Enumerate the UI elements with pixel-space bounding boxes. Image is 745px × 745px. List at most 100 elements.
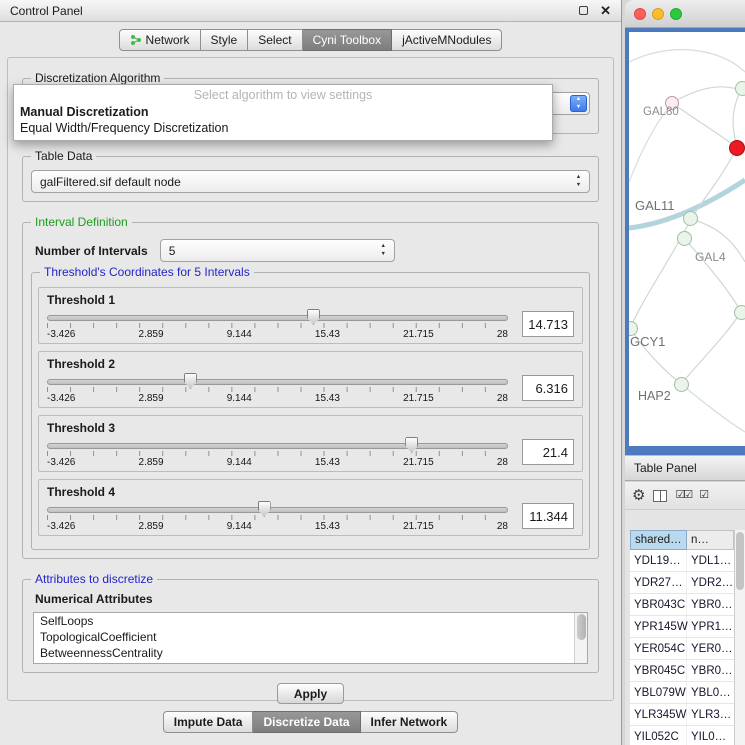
scale-label: 21.715 bbox=[403, 457, 434, 468]
tab-impute-data[interactable]: Impute Data bbox=[163, 711, 254, 733]
threshold-4-panel: Threshold 4 -3.426 2.859 9.144 15.43 bbox=[38, 479, 583, 536]
column-header-shared-name[interactable]: shared… bbox=[630, 530, 687, 550]
threshold-1-value-field[interactable]: 14.713 bbox=[522, 311, 574, 337]
close-icon[interactable]: ✕ bbox=[600, 4, 611, 17]
table-row[interactable]: YBR045C YBR0… bbox=[630, 660, 734, 682]
list-scrollbar-thumb[interactable] bbox=[577, 614, 586, 640]
tab-jactivemnodules[interactable]: jActiveMNodules bbox=[392, 29, 502, 51]
scale-label: 28 bbox=[497, 457, 508, 468]
table-panel-titlebar: Table Panel bbox=[625, 455, 745, 481]
threshold-2-slider[interactable]: -3.426 2.859 9.144 15.43 21.715 28 bbox=[47, 372, 508, 404]
table-row[interactable]: YIL052C YIL0… bbox=[630, 726, 734, 745]
gear-icon[interactable]: ⚙ bbox=[632, 488, 645, 503]
scale-label: 15.43 bbox=[315, 393, 340, 404]
scale-label: 9.144 bbox=[227, 457, 252, 468]
threshold-2-label: Threshold 2 bbox=[47, 357, 574, 371]
tab-style[interactable]: Style bbox=[201, 29, 249, 51]
minimize-traffic-light[interactable] bbox=[652, 8, 664, 20]
table-row[interactable]: YDL19… YDL1… bbox=[630, 550, 734, 572]
list-item[interactable]: SelfLoops bbox=[34, 613, 587, 629]
thresholds-group: Threshold's Coordinates for 5 Intervals … bbox=[31, 272, 590, 550]
slider-ticks bbox=[47, 515, 508, 520]
tab-select[interactable]: Select bbox=[248, 29, 302, 51]
table-data-selected: galFiltered.sif default node bbox=[40, 175, 181, 189]
list-item[interactable]: TopologicalCoefficient bbox=[34, 629, 587, 645]
dropdown-option-manual-discretization[interactable]: Manual Discretization bbox=[14, 104, 552, 120]
table-data-group: Table Data galFiltered.sif default node … bbox=[22, 156, 599, 202]
cell-shared-name: YLR345W bbox=[630, 704, 687, 725]
table-toolbar: ⚙ ☑☑ ☑ bbox=[625, 482, 745, 510]
list-item[interactable]: BetweennessCentrality bbox=[34, 645, 587, 661]
slider-track[interactable] bbox=[47, 315, 508, 321]
scale-label: 2.859 bbox=[139, 393, 164, 404]
cell-shared-name: YDR27… bbox=[630, 572, 687, 593]
slider-scale: -3.426 2.859 9.144 15.43 21.715 28 bbox=[47, 521, 508, 532]
combo-arrows-icon[interactable]: ▲▼ bbox=[570, 173, 587, 190]
table-scrollbar[interactable] bbox=[734, 530, 745, 745]
tab-infer-network[interactable]: Infer Network bbox=[361, 711, 459, 733]
zoom-traffic-light[interactable] bbox=[670, 8, 682, 20]
threshold-4-slider[interactable]: -3.426 2.859 9.144 15.43 21.715 28 bbox=[47, 500, 508, 532]
threshold-4-label: Threshold 4 bbox=[47, 485, 574, 499]
threshold-2-value-field[interactable]: 6.316 bbox=[522, 375, 574, 401]
node-table: shared… n… YDL19… YDL1… YDR27… YDR2… YBR… bbox=[630, 530, 734, 745]
scale-label: 9.144 bbox=[227, 393, 252, 404]
cell-name: YIL0… bbox=[687, 726, 734, 745]
columns-icon[interactable] bbox=[653, 490, 667, 502]
network-canvas[interactable]: GAL80 GAL11 GAL4 GCY1 HAP2 bbox=[629, 32, 745, 446]
slider-track[interactable] bbox=[47, 379, 508, 385]
tab-cyni-toolbox[interactable]: Cyni Toolbox bbox=[303, 29, 392, 51]
threshold-1-slider[interactable]: -3.426 2.859 9.144 15.43 21.715 28 bbox=[47, 308, 508, 340]
list-scrollbar[interactable] bbox=[574, 613, 587, 663]
node-label-hap2: HAP2 bbox=[638, 389, 671, 403]
table-row[interactable]: YBL079W YBL0… bbox=[630, 682, 734, 704]
cell-name: YBL0… bbox=[687, 682, 734, 703]
cell-name: YLR3… bbox=[687, 704, 734, 725]
combo-arrows-icon[interactable]: ▲▼ bbox=[570, 95, 587, 112]
interval-definition-group: Interval Definition Number of Intervals … bbox=[22, 222, 599, 559]
network-window-titlebar bbox=[625, 0, 745, 28]
slider-track[interactable] bbox=[47, 443, 508, 449]
node-label-gcy1: GCY1 bbox=[630, 334, 665, 349]
threshold-3-panel: Threshold 3 -3.426 2.859 9.144 15.43 bbox=[38, 415, 583, 472]
tab-select-label: Select bbox=[258, 33, 291, 47]
table-row[interactable]: YER054C YER0… bbox=[630, 638, 734, 660]
table-row[interactable]: YBR043C YBR0… bbox=[630, 594, 734, 616]
table-data-combobox[interactable]: galFiltered.sif default node ▲▼ bbox=[31, 170, 590, 193]
number-of-intervals-combobox[interactable]: 5 ▲▼ bbox=[160, 239, 395, 262]
table-header-row: shared… n… bbox=[630, 530, 734, 550]
cell-name: YER0… bbox=[687, 638, 734, 659]
slider-track[interactable] bbox=[47, 507, 508, 513]
float-window-icon[interactable] bbox=[579, 6, 588, 15]
node-hap2[interactable] bbox=[674, 377, 689, 392]
node-unnamed-top-right[interactable] bbox=[735, 81, 745, 96]
control-panel: Control Panel ✕ Network Style Select bbox=[0, 0, 622, 745]
node-unnamed-right[interactable] bbox=[734, 305, 745, 320]
node-gal11[interactable] bbox=[683, 211, 698, 226]
threshold-4-value-field[interactable]: 11.344 bbox=[522, 503, 574, 529]
threshold-3-slider[interactable]: -3.426 2.859 9.144 15.43 21.715 28 bbox=[47, 436, 508, 468]
node-gal4[interactable] bbox=[677, 231, 692, 246]
node-label-gal11: GAL11 bbox=[635, 198, 675, 213]
close-traffic-light[interactable] bbox=[634, 8, 646, 20]
table-row[interactable]: YDR27… YDR2… bbox=[630, 572, 734, 594]
dropdown-option-equal-width-frequency[interactable]: Equal Width/Frequency Discretization bbox=[14, 120, 552, 136]
tab-network[interactable]: Network bbox=[119, 29, 201, 51]
column-header-name[interactable]: n… bbox=[687, 530, 734, 550]
tab-network-label: Network bbox=[146, 33, 190, 47]
select-column-icon[interactable]: ☑ bbox=[699, 490, 707, 501]
tab-cyni-toolbox-label: Cyni Toolbox bbox=[313, 33, 381, 47]
panel-title: Control Panel bbox=[10, 4, 83, 18]
combo-arrows-icon[interactable]: ▲▼ bbox=[375, 242, 392, 259]
apply-row: Apply bbox=[16, 683, 605, 704]
table-row[interactable]: YLR345W YLR3… bbox=[630, 704, 734, 726]
select-all-columns-icon[interactable]: ☑☑ bbox=[675, 490, 691, 501]
threshold-3-value-field[interactable]: 21.4 bbox=[522, 439, 574, 465]
table-row[interactable]: YPR145W YPR1… bbox=[630, 616, 734, 638]
threshold-2-panel: Threshold 2 -3.426 2.859 9.144 15.43 bbox=[38, 351, 583, 408]
thresholds-group-title: Threshold's Coordinates for 5 Intervals bbox=[40, 265, 254, 279]
tab-discretize-data[interactable]: Discretize Data bbox=[253, 711, 360, 733]
apply-button[interactable]: Apply bbox=[277, 683, 344, 704]
node-selected-red[interactable] bbox=[729, 140, 745, 156]
table-scrollbar-thumb[interactable] bbox=[736, 532, 744, 590]
